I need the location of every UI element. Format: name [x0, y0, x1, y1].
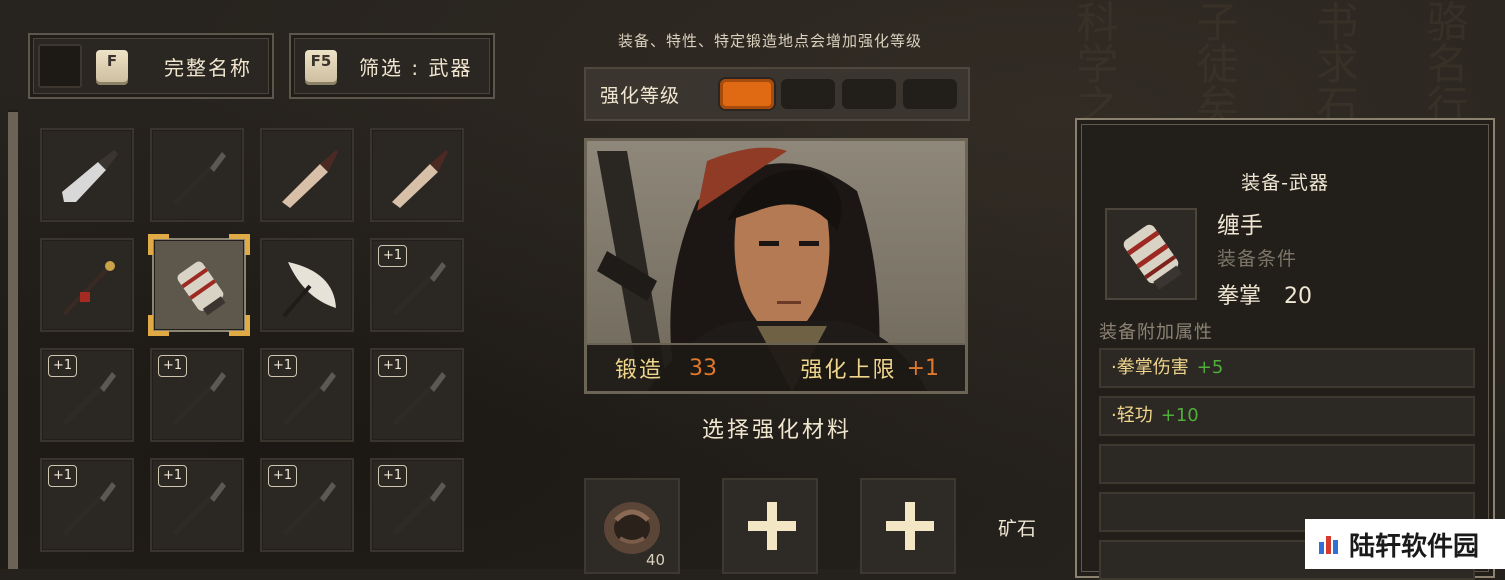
enhance-level-pip: [781, 79, 835, 109]
spear-red-icon: [62, 261, 115, 316]
item-category: 装备-武器: [1241, 172, 1329, 194]
enhance-badge: +1: [378, 245, 408, 267]
enhance-badge: +1: [48, 465, 78, 487]
inventory-slot[interactable]: [40, 238, 134, 332]
attribute-row: ·轻功 +10: [1099, 396, 1475, 436]
inventory-slot[interactable]: [260, 128, 354, 222]
material-slot-add-2[interactable]: [860, 478, 956, 574]
enhance-badge: +1: [48, 355, 78, 377]
item-details-panel: 装备-武器 缠手 装备条件 拳掌 20 装备附加属性 ·拳掌伤害 +5 ·轻功 +10: [1075, 118, 1495, 580]
spear-tip-icon: [172, 152, 226, 206]
filter-button[interactable]: F5 筛选 : 武器: [289, 33, 495, 99]
item-detail-icon: [1105, 208, 1197, 300]
enhance-level-label: 强化等级: [600, 84, 681, 107]
enhance-level-bar: 强化等级: [584, 67, 970, 121]
attribute-value: +10: [1160, 405, 1199, 426]
cleaver-icon: [62, 150, 118, 202]
enhance-badge: +1: [268, 355, 298, 377]
attribute-name: ·拳掌伤害: [1111, 357, 1189, 378]
background-calligraphy: 骆名行: [1420, 0, 1469, 126]
attribute-row: ·拳掌伤害 +5: [1099, 348, 1475, 388]
bonus-attributes-title: 装备附加属性: [1099, 322, 1213, 343]
enhance-level-pip: [903, 79, 957, 109]
inventory-slot[interactable]: [40, 128, 134, 222]
enhance-badge: +1: [268, 465, 298, 487]
plus-icon: [886, 502, 934, 550]
requirement-stat: 拳掌: [1217, 284, 1262, 309]
selection-corner: [229, 315, 250, 336]
inventory-slot[interactable]: +1: [150, 458, 244, 552]
requirement-value: 拳掌 20: [1217, 278, 1312, 310]
character-portrait: 锻造 33 强化上限 +1: [584, 138, 968, 394]
enhance-cap-value: +1: [906, 355, 939, 381]
plus-icon: [748, 502, 796, 550]
enhance-hint: 装备、特性、特定锻造地点会增加强化等级: [617, 32, 922, 50]
forge-value: 33: [689, 355, 718, 381]
material-type-label: 矿石: [998, 518, 1037, 540]
inventory-slot[interactable]: +1: [370, 238, 464, 332]
selection-corner: [148, 234, 169, 255]
inventory-slot[interactable]: +1: [40, 458, 134, 552]
key-f-icon: F: [96, 50, 128, 82]
inventory-slot[interactable]: [260, 238, 354, 332]
selection-corner: [148, 315, 169, 336]
requirement-label: 装备条件: [1217, 248, 1298, 270]
enhance-cap-label: 强化上限: [800, 358, 897, 383]
fullname-label: 完整名称: [164, 55, 252, 80]
dagger-icon: [282, 150, 338, 208]
enhance-level-pip: [720, 79, 774, 109]
enhance-badge: +1: [158, 355, 188, 377]
filter-label: 筛选 : 武器: [359, 55, 473, 80]
enhance-level-pips: [720, 79, 964, 109]
material-slot-add-1[interactable]: [722, 478, 818, 574]
hand-wraps-icon: [177, 261, 226, 316]
selection-corner: [229, 234, 250, 255]
inventory-slot[interactable]: +1: [260, 458, 354, 552]
attribute-value: +5: [1196, 357, 1224, 378]
inventory-slot[interactable]: +1: [370, 458, 464, 552]
attribute-name: ·轻功: [1111, 405, 1153, 426]
requirement-number: 20: [1284, 284, 1313, 309]
inventory-slot[interactable]: [370, 128, 464, 222]
watermark-logo-icon: [1319, 536, 1338, 554]
inventory-slot[interactable]: +1: [40, 348, 134, 442]
inventory-slot[interactable]: +1: [260, 348, 354, 442]
fullname-toggle-button[interactable]: F 完整名称: [28, 33, 274, 99]
watermark-text: 陆轩软件园: [1349, 531, 1480, 562]
watermark: 陆轩软件园: [1305, 519, 1505, 569]
enhance-badge: +1: [378, 465, 408, 487]
fullname-checkbox[interactable]: [38, 44, 82, 88]
key-f5-icon: F5: [305, 50, 337, 82]
item-name: 缠手: [1217, 213, 1263, 239]
hand-wraps-icon: [1123, 224, 1182, 290]
forge-label: 锻造: [615, 358, 664, 383]
enhance-badge: +1: [378, 355, 408, 377]
inventory-slot[interactable]: +1: [150, 348, 244, 442]
forge-stats-strip: 锻造 33 强化上限 +1: [587, 343, 965, 391]
ore-count: 40: [646, 551, 666, 569]
inventory-slot[interactable]: +1: [370, 348, 464, 442]
fan-blade-icon: [282, 262, 336, 318]
inventory-scrollbar-thumb[interactable]: [8, 112, 18, 569]
attribute-row: [1099, 444, 1475, 484]
material-slot-ore[interactable]: [584, 478, 680, 574]
enhance-level-pip: [842, 79, 896, 109]
select-material-title: 选择强化材料: [701, 418, 852, 443]
inventory-slot[interactable]: [148, 234, 250, 336]
inventory-slot[interactable]: [150, 128, 244, 222]
dagger-icon: [392, 150, 448, 208]
enhance-badge: +1: [158, 465, 188, 487]
